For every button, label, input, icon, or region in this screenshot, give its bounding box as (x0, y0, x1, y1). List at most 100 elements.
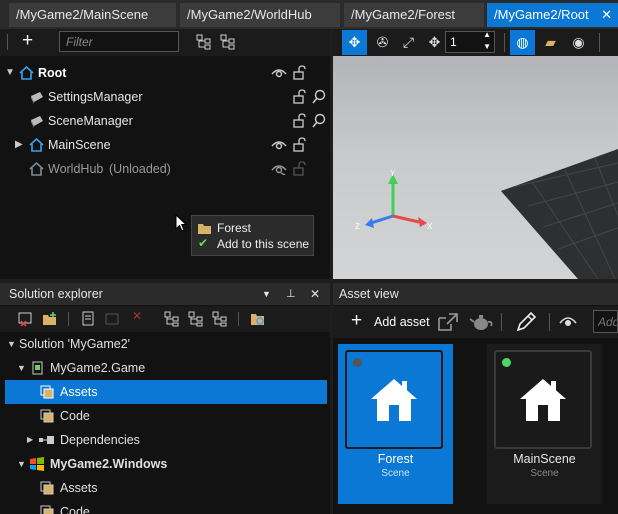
scene-house-icon (19, 66, 34, 80)
expand-arrow-icon[interactable]: ▼ (17, 452, 26, 476)
hierarchy-expand-icon[interactable] (220, 34, 236, 50)
lock-icon[interactable] (293, 113, 306, 128)
asset-name: MainScene (513, 452, 576, 466)
tree-node-mainscene[interactable]: ▶ MainScene (5, 134, 325, 156)
asset-card-mainscene[interactable]: MainScene Scene (487, 344, 602, 504)
hierarchy-collapse-icon[interactable] (196, 34, 212, 50)
tree-row-windows-assets[interactable]: Assets (5, 476, 327, 500)
search-icon[interactable] (312, 113, 326, 128)
search-icon[interactable] (312, 89, 326, 104)
tree-node-settingsmanager[interactable]: SettingsManager (5, 86, 326, 108)
teapot-icon[interactable] (469, 312, 493, 332)
expand-arrow-icon[interactable]: ▶ (27, 428, 33, 452)
tree-row-windows-code[interactable]: Code (5, 500, 327, 514)
show-all-files-icon[interactable] (104, 311, 120, 327)
snap-translate-icon[interactable]: ✥ (422, 30, 447, 55)
add-asset-button[interactable]: Add asset (374, 315, 430, 329)
panel-title: Solution explorer (9, 287, 103, 301)
tree-node-root[interactable]: ▼ Root (5, 62, 325, 84)
rotate-gizmo-icon[interactable]: ✇ (370, 30, 395, 55)
tree-row-game-dependencies[interactable]: ▶ Dependencies (5, 428, 327, 452)
close-solution-icon[interactable] (18, 311, 34, 327)
tree-node-scenemanager[interactable]: SceneManager (5, 110, 326, 132)
translate-gizmo-icon[interactable]: ✥ (342, 30, 367, 55)
asset-view-panel: Asset view + Add asset Forest (333, 283, 618, 514)
tree-row-mygame2-game[interactable]: ▼ MyGame2.Game (5, 356, 327, 380)
viewport-scene-render (333, 56, 618, 279)
stepper-down-icon[interactable]: ▼ (483, 41, 491, 53)
open-folder-icon[interactable] (250, 311, 266, 327)
tree-row-mygame2-windows[interactable]: ▼ MyGame2.Windows (5, 452, 327, 476)
panel-menu-chevron-down-icon[interactable]: ▼ (262, 283, 271, 305)
add-entity-plus-icon[interactable]: + (22, 30, 33, 52)
add-asset-plus-icon[interactable]: + (351, 309, 362, 333)
visibility-hidden-icon[interactable] (271, 163, 287, 175)
asset-card-forest[interactable]: Forest Scene (338, 344, 453, 504)
tab-worldhub[interactable]: /MyGame2/WorldHub (180, 3, 340, 27)
close-tab-icon[interactable]: ✕ (601, 3, 612, 27)
snap-value: 1 (450, 35, 457, 49)
assets-folder-icon (40, 481, 54, 495)
assets-folder-icon (40, 385, 54, 399)
scene-tree-toolbar: + (0, 29, 330, 56)
lock-icon[interactable] (293, 65, 306, 80)
material-cube-icon[interactable]: ▰ (538, 30, 563, 55)
expand-arrow-icon[interactable]: ▼ (5, 62, 15, 84)
expand-arrow-icon[interactable]: ▼ (7, 332, 16, 356)
sync-tree-icon[interactable] (212, 311, 228, 327)
delete-icon[interactable]: ✕ (132, 309, 142, 323)
tree-row-game-assets[interactable]: Assets (5, 380, 327, 404)
tree-row-label: Solution 'MyGame2' (19, 337, 131, 351)
tree-node-label: MainScene (48, 138, 111, 152)
scene-filter-input[interactable] (59, 31, 179, 52)
tree-node-worldhub[interactable]: WorldHub (Unloaded) (5, 158, 325, 180)
view-eye-icon[interactable] (559, 315, 577, 328)
visibility-eye-icon[interactable] (271, 139, 287, 151)
toolbar-divider (549, 313, 550, 331)
tab-mainscene[interactable]: /MyGame2/MainScene (9, 3, 176, 27)
tab-forest[interactable]: /MyGame2/Forest (344, 3, 484, 27)
dependencies-icon (39, 436, 54, 444)
tree-row-label: Code (60, 505, 90, 514)
close-panel-icon[interactable]: ✕ (310, 283, 320, 305)
new-folder-icon[interactable] (42, 311, 58, 327)
properties-icon[interactable] (80, 311, 96, 327)
expand-all-icon[interactable] (188, 311, 204, 327)
toolbar-divider (504, 33, 505, 52)
tree-row-label: MyGame2.Windows (50, 457, 168, 471)
lock-icon[interactable] (293, 89, 306, 104)
tree-row-label: Assets (60, 385, 98, 399)
toolbar-divider (599, 33, 600, 52)
world-space-globe-icon[interactable]: ◍ (510, 30, 535, 55)
expand-arrow-icon[interactable]: ▶ (15, 134, 23, 156)
viewport-toolbar: ✥ ✇ ⤢ ✥ 1 ▲ ▼ ◍ ▰ ◉ (333, 29, 618, 56)
lock-icon[interactable] (293, 137, 306, 152)
asset-status-dot (502, 358, 511, 367)
scale-gizmo-icon[interactable]: ⤢ (396, 30, 421, 55)
camera-view-eye-icon[interactable]: ◉ (566, 30, 591, 55)
tree-row-solution[interactable]: ▼ Solution 'MyGame2' (5, 332, 327, 356)
scene-viewport[interactable]: ✥ ✇ ⤢ ✥ 1 ▲ ▼ ◍ ▰ ◉ Y X Z (333, 29, 618, 279)
panel-title: Asset view (339, 287, 399, 301)
asset-name: Forest (377, 452, 414, 466)
tree-node-label: SceneManager (48, 114, 133, 128)
snap-value-input[interactable]: 1 ▲ ▼ (445, 29, 495, 53)
code-folder-icon (40, 409, 54, 423)
axis-label-z: Z (355, 222, 360, 231)
scene-house-icon (371, 378, 417, 421)
pin-icon[interactable]: ⊥ (286, 283, 296, 305)
import-asset-icon[interactable] (437, 312, 459, 332)
expand-arrow-icon[interactable]: ▼ (17, 356, 26, 380)
entity-cube-icon (31, 92, 43, 104)
lock-icon[interactable] (293, 161, 306, 176)
axis-label-y: Y (390, 169, 396, 178)
stepper-up-icon[interactable]: ▲ (483, 29, 491, 41)
collapse-all-icon[interactable] (164, 311, 180, 327)
tab-label: /MyGame2/WorldHub (187, 7, 312, 22)
asset-search-input[interactable] (593, 310, 618, 333)
edit-pencil-icon[interactable] (515, 311, 537, 333)
solution-explorer-header: Solution explorer ▼ ⊥ ✕ (0, 283, 330, 305)
tab-root[interactable]: /MyGame2/Root ✕ (487, 3, 618, 27)
tree-row-game-code[interactable]: Code (5, 404, 327, 428)
visibility-eye-icon[interactable] (271, 67, 287, 79)
